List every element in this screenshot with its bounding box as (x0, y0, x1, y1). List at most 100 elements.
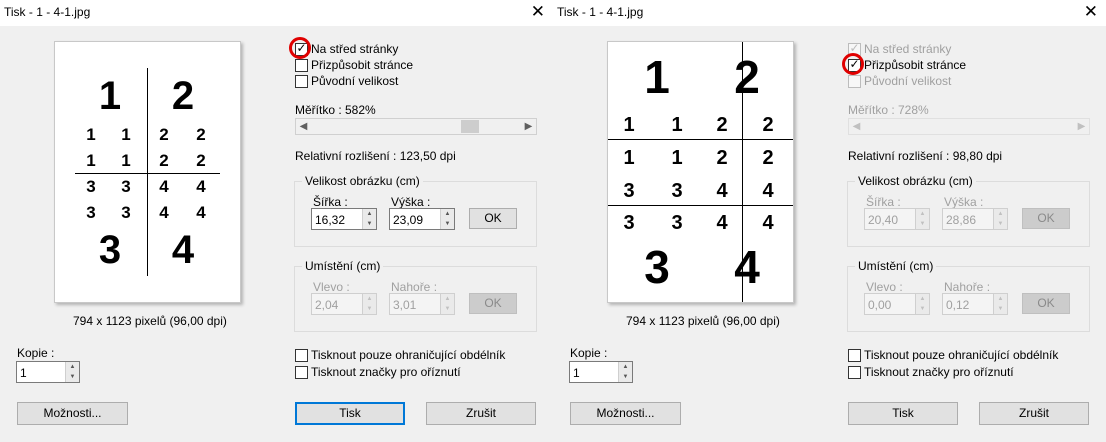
preview-small-digit: 1 (121, 151, 131, 170)
position-group-label: Umístění (cm) (302, 259, 384, 273)
original-size-checkbox[interactable] (295, 75, 308, 88)
copies-input[interactable]: 1 ▲ ▼ (569, 361, 633, 383)
preview-small-digit: 1 (86, 125, 96, 144)
preview-small-digit: 2 (762, 147, 774, 169)
height-spinner[interactable]: ▲ ▼ (993, 209, 1007, 229)
preview-big-digit: 2 (734, 51, 760, 103)
spin-down-icon[interactable]: ▼ (994, 219, 1007, 229)
height-input[interactable]: 28,86 ▲ ▼ (942, 208, 1008, 230)
preview-small-digit: 1 (623, 147, 635, 169)
copies-value: 1 (573, 366, 580, 380)
size-ok-button[interactable]: OK (469, 208, 517, 229)
fit-label[interactable]: Přizpůsobit stránce (311, 58, 413, 72)
width-input[interactable]: 16,32 ▲ ▼ (311, 208, 377, 230)
print-button[interactable]: Tisk (848, 402, 958, 425)
original-size-checkbox[interactable] (848, 75, 861, 88)
width-label: Šířka : (313, 195, 348, 209)
copies-label: Kopie : (570, 346, 608, 360)
spin-down-icon[interactable]: ▼ (363, 219, 376, 229)
scale-label: Měřítko : 582% (295, 103, 376, 117)
left-offset-spinner[interactable]: ▲ ▼ (915, 294, 929, 314)
center-label[interactable]: Na střed stránky (311, 42, 398, 56)
height-value: 28,86 (946, 213, 977, 227)
copies-input[interactable]: 1 ▲ ▼ (16, 361, 80, 383)
spin-up-icon[interactable]: ▲ (916, 294, 929, 304)
scroll-right-icon[interactable]: ▶ (521, 119, 536, 134)
top-offset-spinner[interactable]: ▲ ▼ (440, 294, 454, 314)
crop-marks-label[interactable]: Tisknout značky pro oříznutí (864, 365, 1014, 379)
position-ok-button[interactable]: OK (469, 293, 517, 314)
fit-label[interactable]: Přizpůsobit stránce (864, 58, 966, 72)
spin-up-icon[interactable]: ▲ (994, 294, 1007, 304)
spin-down-icon[interactable]: ▼ (441, 219, 454, 229)
height-label: Výška : (391, 195, 431, 209)
preview-small-digit: 3 (623, 180, 635, 202)
print-button[interactable]: Tisk (295, 402, 405, 425)
spin-up-icon[interactable]: ▲ (916, 209, 929, 219)
bounding-box-checkbox[interactable] (848, 349, 861, 362)
close-icon[interactable]: ✕ (531, 2, 545, 22)
spin-up-icon[interactable]: ▲ (66, 362, 79, 372)
preview-big-digit: 1 (98, 74, 122, 118)
left-offset-input[interactable]: 2,04 ▲ ▼ (311, 293, 377, 315)
scale-scrollbar-thumb[interactable] (461, 120, 479, 133)
bounding-box-label[interactable]: Tisknout pouze ohraničující obdélník (311, 348, 505, 362)
bounding-box-checkbox[interactable] (295, 349, 308, 362)
width-spinner[interactable]: ▲ ▼ (362, 209, 376, 229)
cancel-button[interactable]: Zrušit (979, 402, 1089, 425)
options-button[interactable]: Možnosti... (17, 402, 128, 425)
image-size-group-label: Velikost obrázku (cm) (855, 174, 976, 188)
bounding-box-label[interactable]: Tisknout pouze ohraničující obdélník (864, 348, 1058, 362)
preview-big-digit: 4 (171, 228, 195, 272)
crop-marks-checkbox[interactable] (295, 366, 308, 379)
spin-down-icon[interactable]: ▼ (66, 372, 79, 382)
close-icon[interactable]: ✕ (1084, 2, 1098, 22)
position-ok-button[interactable]: OK (1022, 293, 1070, 314)
original-size-label[interactable]: Původní velikost (864, 74, 951, 88)
center-label[interactable]: Na střed stránky (864, 42, 951, 56)
top-offset-input[interactable]: 3,01 ▲ ▼ (389, 293, 455, 315)
scale-scrollbar[interactable]: ◀ ▶ (295, 118, 537, 135)
preview-small-digit: 3 (623, 212, 635, 234)
spin-down-icon[interactable]: ▼ (916, 219, 929, 229)
scroll-left-icon[interactable]: ◀ (849, 119, 864, 134)
height-spinner[interactable]: ▲ ▼ (440, 209, 454, 229)
left-offset-spinner[interactable]: ▲ ▼ (362, 294, 376, 314)
copies-spinner[interactable]: ▲ ▼ (65, 362, 79, 382)
scale-scrollbar[interactable]: ◀ ▶ (848, 118, 1090, 135)
spin-up-icon[interactable]: ▲ (619, 362, 632, 372)
spin-down-icon[interactable]: ▼ (441, 304, 454, 314)
width-input[interactable]: 20,40 ▲ ▼ (864, 208, 930, 230)
width-value: 20,40 (868, 213, 899, 227)
spin-up-icon[interactable]: ▲ (441, 209, 454, 219)
height-input[interactable]: 23,09 ▲ ▼ (389, 208, 455, 230)
height-value: 23,09 (393, 213, 424, 227)
options-button[interactable]: Možnosti... (570, 402, 681, 425)
spin-up-icon[interactable]: ▲ (994, 209, 1007, 219)
size-ok-button[interactable]: OK (1022, 208, 1070, 229)
spin-down-icon[interactable]: ▼ (994, 304, 1007, 314)
width-spinner[interactable]: ▲ ▼ (915, 209, 929, 229)
copies-value: 1 (20, 366, 27, 380)
top-offset-input[interactable]: 0,12 ▲ ▼ (942, 293, 1008, 315)
top-offset-spinner[interactable]: ▲ ▼ (993, 294, 1007, 314)
spin-up-icon[interactable]: ▲ (363, 209, 376, 219)
left-offset-input[interactable]: 0,00 ▲ ▼ (864, 293, 930, 315)
preview-small-digit: 2 (159, 151, 169, 170)
page-preview: 1 2 3 4 1 1 2 2 1 1 2 2 3 3 4 4 3 3 4 4 (607, 41, 794, 303)
copies-spinner[interactable]: ▲ ▼ (618, 362, 632, 382)
crop-marks-checkbox[interactable] (848, 366, 861, 379)
top-offset-label: Nahoře : (944, 280, 991, 294)
crop-marks-label[interactable]: Tisknout značky pro oříznutí (311, 365, 461, 379)
spin-up-icon[interactable]: ▲ (363, 294, 376, 304)
spin-down-icon[interactable]: ▼ (916, 304, 929, 314)
scroll-left-icon[interactable]: ◀ (296, 119, 311, 134)
original-size-label[interactable]: Původní velikost (311, 74, 398, 88)
spin-down-icon[interactable]: ▼ (363, 304, 376, 314)
preview-divider-horizontal (608, 205, 793, 206)
scroll-right-icon[interactable]: ▶ (1074, 119, 1089, 134)
cancel-button[interactable]: Zrušit (426, 402, 536, 425)
spin-down-icon[interactable]: ▼ (619, 372, 632, 382)
fit-checkbox[interactable] (295, 59, 308, 72)
spin-up-icon[interactable]: ▲ (441, 294, 454, 304)
